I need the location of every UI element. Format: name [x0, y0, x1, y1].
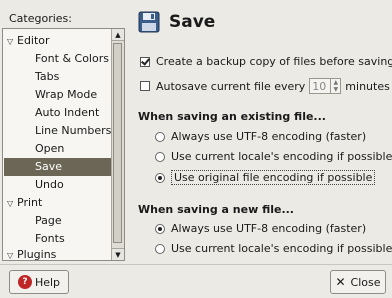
tree-scrollbar[interactable]: ▲ ▼	[111, 29, 124, 260]
tree-item-line-numbers[interactable]: Line Numbers	[35, 122, 111, 140]
scroll-down-arrow-icon[interactable]: ▼	[112, 248, 124, 260]
autosave-label: Autosave current file every	[156, 79, 306, 93]
tree-item-page[interactable]: Page	[35, 212, 62, 230]
new-locale-radio[interactable]	[155, 243, 165, 254]
floppy-disk-icon	[138, 11, 160, 33]
tree-item-font-colors[interactable]: Font & Colors	[35, 50, 109, 68]
tree-item-auto-indent[interactable]: Auto Indent	[35, 104, 99, 122]
autosave-unit-label: minutes	[345, 79, 390, 93]
backup-checkbox-row[interactable]: Create a backup copy of files before sav…	[140, 55, 392, 68]
existing-utf8-label: Always use UTF-8 encoding (faster)	[171, 130, 367, 143]
new-file-heading: When saving a new file...	[138, 203, 294, 216]
backup-checkbox[interactable]	[140, 56, 150, 67]
tree-item-plugins[interactable]: ▽ Plugins	[7, 246, 56, 260]
tree-item-save[interactable]: Save	[4, 158, 112, 176]
expander-down-icon[interactable]: ▽	[7, 33, 17, 51]
existing-locale-radio[interactable]	[155, 151, 165, 162]
existing-original-radio-row[interactable]: Use original file encoding if possible	[155, 170, 376, 185]
help-icon: ?	[17, 275, 32, 289]
tree-item-wrap-mode[interactable]: Wrap Mode	[35, 86, 97, 104]
new-utf8-radio-row[interactable]: Always use UTF-8 encoding (faster)	[155, 222, 366, 235]
scroll-up-arrow-icon[interactable]: ▲	[112, 29, 124, 41]
tree-item-open[interactable]: Open	[35, 140, 64, 158]
tree-item-undo[interactable]: Undo	[35, 176, 64, 194]
new-utf8-radio[interactable]	[155, 223, 165, 234]
existing-utf8-radio[interactable]	[155, 131, 165, 142]
existing-file-heading: When saving an existing file...	[138, 110, 326, 123]
autosave-row[interactable]: Autosave current file every 10 ▲ ▼ minute…	[140, 78, 390, 94]
existing-original-radio[interactable]	[155, 172, 165, 183]
categories-label: Categories:	[9, 12, 72, 25]
new-locale-label: Use current locale's encoding if possibl…	[171, 242, 392, 255]
close-icon: ✕	[335, 275, 346, 289]
existing-original-label: Use original file encoding if possible	[171, 170, 376, 185]
spin-arrows-icon[interactable]: ▲ ▼	[330, 79, 340, 93]
footer-divider	[0, 264, 392, 265]
tree-item-editor[interactable]: ▽ Editor	[7, 32, 50, 50]
autosave-minutes-spinner[interactable]: 10 ▲ ▼	[309, 78, 342, 94]
existing-locale-radio-row[interactable]: Use current locale's encoding if possibl…	[155, 150, 392, 163]
categories-tree[interactable]: ▽ Editor Font & Colors Tabs Wrap Mode Aut…	[2, 28, 125, 261]
close-button[interactable]: ✕ Close	[330, 270, 386, 294]
backup-label: Create a backup copy of files before sav…	[156, 55, 392, 68]
page-header: Save	[137, 10, 215, 34]
existing-utf8-radio-row[interactable]: Always use UTF-8 encoding (faster)	[155, 130, 366, 143]
autosave-minutes-value[interactable]: 10	[310, 80, 330, 93]
new-locale-radio-row[interactable]: Use current locale's encoding if possibl…	[155, 242, 392, 255]
existing-locale-label: Use current locale's encoding if possibl…	[171, 150, 392, 163]
expander-down-icon[interactable]: ▽	[7, 247, 17, 260]
autosave-checkbox[interactable]	[140, 81, 150, 91]
page-title: Save	[169, 12, 216, 32]
tree-item-print[interactable]: ▽ Print	[7, 194, 42, 212]
scrollbar-thumb[interactable]	[113, 43, 122, 243]
expander-down-icon[interactable]: ▽	[7, 195, 17, 213]
tree-item-tabs[interactable]: Tabs	[35, 68, 59, 86]
new-utf8-label: Always use UTF-8 encoding (faster)	[171, 222, 367, 235]
help-button[interactable]: ? Help	[9, 270, 69, 294]
